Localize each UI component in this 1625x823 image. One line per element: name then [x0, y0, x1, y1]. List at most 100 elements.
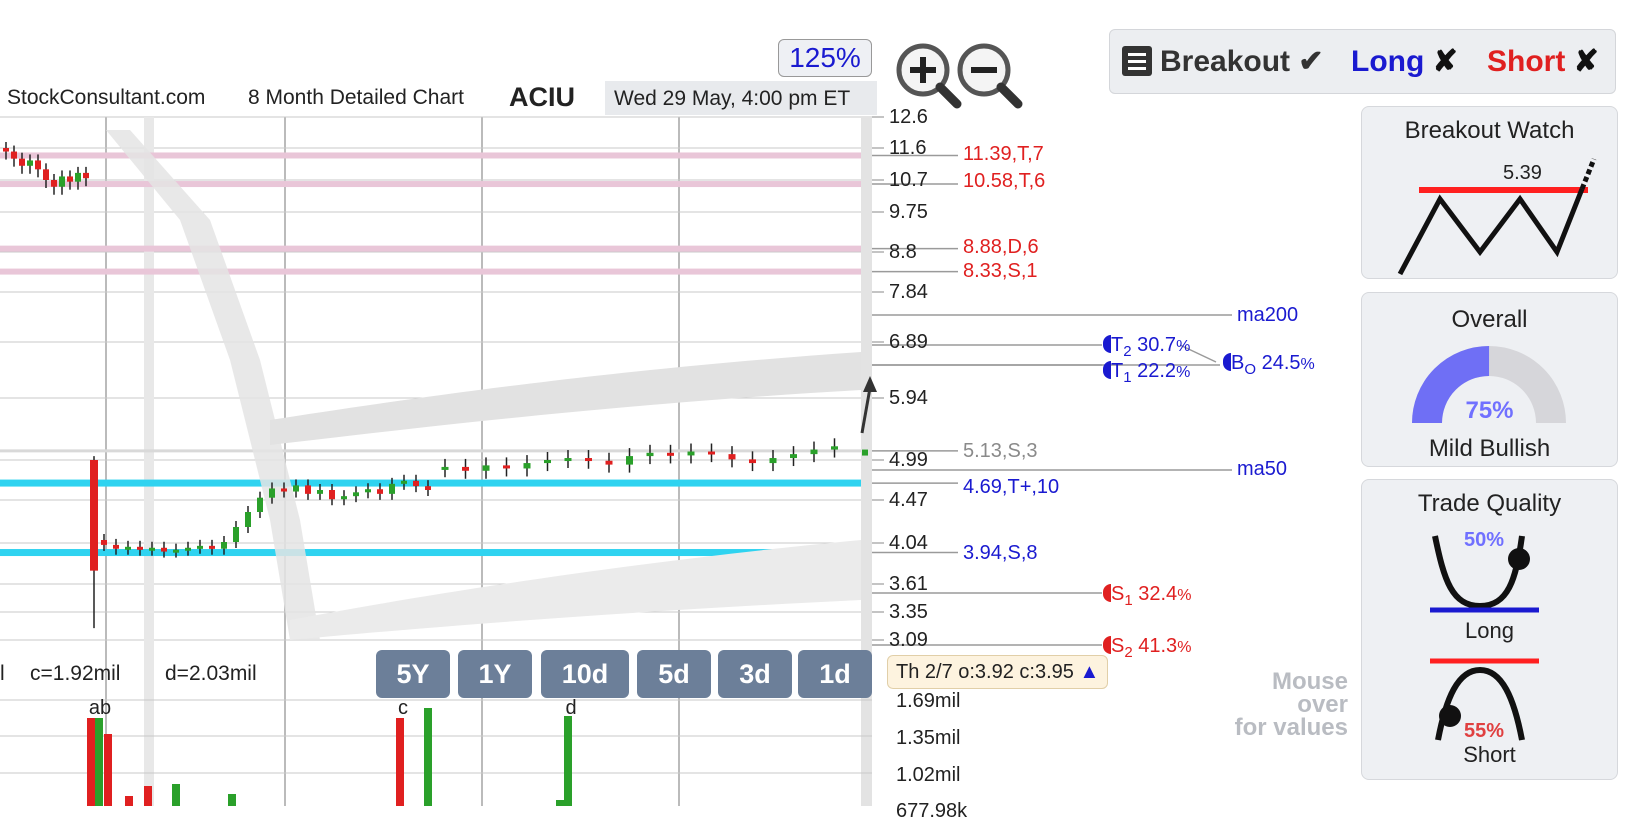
target-bo-unit: % [1300, 356, 1315, 373]
candle [305, 485, 311, 494]
price-tick-label: 3.09 [889, 629, 928, 651]
volume-d-label: d=2.03mil [165, 662, 257, 685]
target-bo-name: B [1231, 352, 1245, 374]
zoom-out-icon[interactable] [954, 40, 1024, 110]
volume-bar [396, 718, 404, 806]
candle [626, 456, 633, 465]
price-tick-label: 7.84 [889, 281, 928, 303]
price-tick-label: 5.94 [889, 387, 928, 409]
candle [83, 172, 89, 179]
volume-bar [228, 794, 236, 806]
price-tick-label: 4.47 [889, 489, 928, 511]
symbol: ACIU [509, 82, 575, 112]
candle [75, 172, 81, 182]
candle [329, 490, 335, 500]
volume-tick-label: 1.69mil [896, 690, 961, 712]
candle [269, 488, 275, 498]
signal-toggle-bar: Breakout ✔ Long ✘ Short ✘ [1109, 29, 1616, 94]
candle [831, 446, 838, 450]
candle [862, 449, 868, 456]
volume-bar [424, 708, 432, 806]
price-tick-label: 10.7 [889, 169, 928, 191]
volume-bar [144, 786, 152, 806]
range-3d-button[interactable]: 3d [718, 650, 792, 698]
candle [19, 158, 25, 166]
candle [585, 458, 592, 462]
candle [687, 451, 695, 456]
volume-marker-label: d [565, 697, 576, 719]
price-tick-label: 11.6 [889, 137, 927, 159]
overall-panel[interactable]: Overall 75% Mild Bullish [1361, 292, 1618, 467]
breakout-toggle[interactable]: Breakout ✔ [1160, 44, 1324, 79]
ma200-label: ma200 [1237, 304, 1299, 326]
candle [413, 480, 419, 487]
candle [401, 480, 407, 484]
candle [564, 458, 572, 462]
range-5y-button[interactable]: 5Y [376, 650, 450, 698]
long-quality-pct: 50% [1464, 529, 1505, 551]
overall-verdict: Mild Bullish [1428, 435, 1551, 462]
zoom-level[interactable]: 125% [778, 39, 872, 77]
candle [113, 544, 119, 549]
target-t2: T2 30.7% [1103, 334, 1190, 360]
volume-bar [564, 716, 572, 806]
target-t2-unit: % [1176, 338, 1191, 355]
stop-s1-pct: 32.4 [1138, 583, 1178, 605]
short-quality-pct: 55% [1464, 720, 1505, 742]
breakout-watch-panel[interactable]: Breakout Watch 5.39 [1361, 106, 1618, 279]
candle [27, 160, 33, 166]
volume-bars: ab c d [0, 697, 872, 806]
breakout-label: Breakout [1160, 45, 1291, 78]
price-tick-label: 9.75 [889, 201, 928, 223]
chart-name: 8 Month Detailed Chart [248, 86, 464, 109]
candle [728, 454, 736, 460]
candle [185, 547, 191, 551]
volume-cut-label: l [0, 662, 5, 685]
candle [257, 497, 263, 512]
trade-quality-panel[interactable]: Trade Quality 50% Long 55% Short [1361, 479, 1618, 780]
list-icon[interactable] [1122, 46, 1152, 76]
range-10d-button[interactable]: 10d [541, 650, 629, 698]
level-label: 10.58,T,6 [963, 170, 1046, 192]
target-bo-pct: 24.5 [1261, 352, 1301, 374]
price-tick-label: 3.35 [889, 601, 928, 623]
short-toggle[interactable]: Short ✘ [1487, 44, 1599, 79]
hint-line2: over [1297, 691, 1348, 718]
candle [749, 459, 756, 464]
candle [11, 151, 17, 159]
candle [544, 460, 551, 464]
zoom-in-icon[interactable] [893, 40, 963, 110]
long-toggle[interactable]: Long ✘ [1351, 44, 1458, 79]
candle [197, 545, 203, 549]
breakout-value: 5.39 [1503, 162, 1542, 184]
volume-bar [556, 800, 564, 806]
cross-icon: ✘ [1432, 45, 1458, 78]
candle [173, 549, 179, 553]
stop-s1-sub: 1 [1124, 592, 1133, 609]
ma50-label: ma50 [1237, 458, 1288, 480]
price-tick-label: 12.6 [889, 106, 928, 128]
mouse-hint: Mouse over for values [1235, 670, 1348, 740]
datetime: Wed 29 May, 4:00 pm ET [614, 87, 851, 110]
level-band [0, 479, 861, 487]
highlight-column [144, 117, 154, 806]
candle [317, 490, 323, 494]
range-1y-button[interactable]: 1Y [458, 650, 532, 698]
price-tick-label: 3.61 [889, 573, 928, 595]
candle [67, 176, 73, 182]
target-t2-sub: 2 [1123, 343, 1132, 360]
target-t2-name: T [1111, 334, 1124, 356]
candle [482, 465, 490, 471]
level-label: 8.88,D,6 [963, 236, 1039, 258]
candle [667, 452, 674, 456]
range-5d-button[interactable]: 5d [637, 650, 711, 698]
price-tick-label: 4.99 [889, 449, 928, 471]
candle [523, 463, 531, 469]
candle [810, 449, 818, 455]
level-label: 5.13,S,3 [963, 440, 1038, 462]
volume-marker-label: c [398, 697, 408, 719]
target-t1: T1 22.2% [1103, 360, 1190, 386]
range-1d-button[interactable]: 1d [798, 650, 872, 698]
candle [101, 540, 107, 545]
candle [43, 169, 49, 180]
